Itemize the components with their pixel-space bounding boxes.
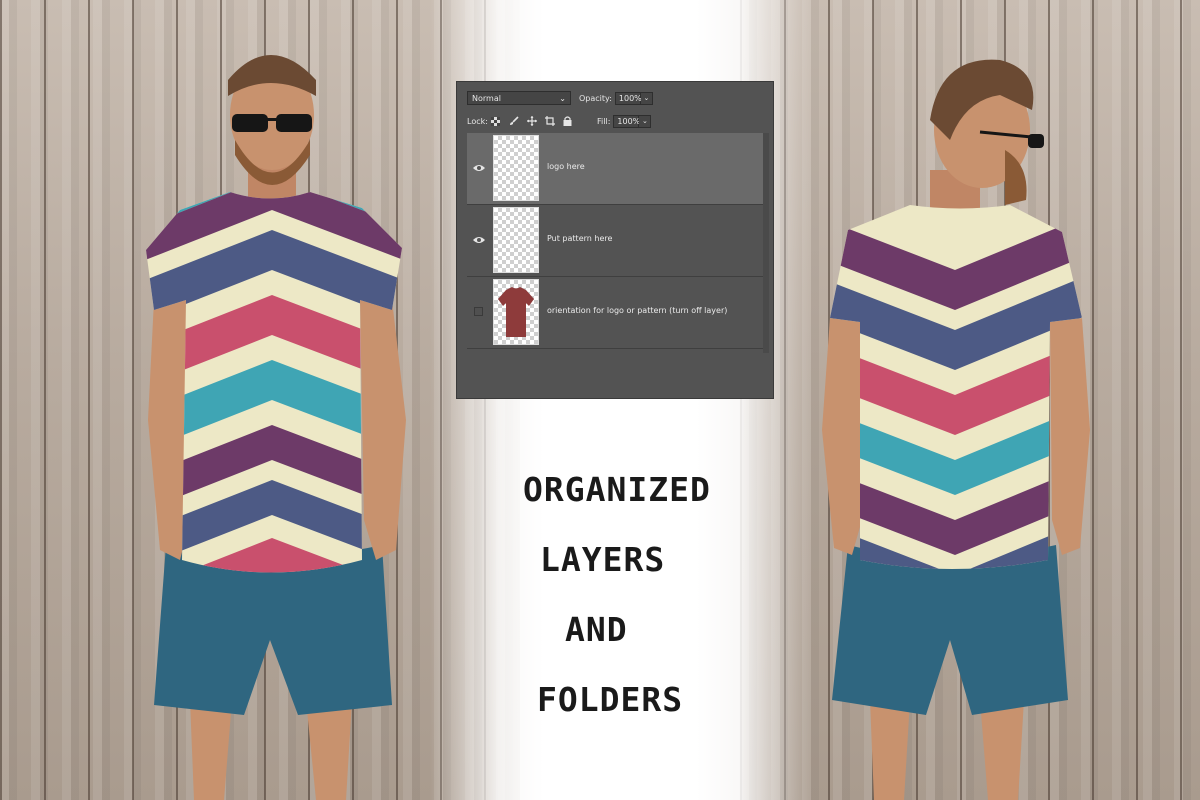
layer-row-pattern[interactable]: Put pattern here bbox=[467, 205, 763, 277]
layer-thumbnail bbox=[493, 279, 539, 345]
sunglasses-icon bbox=[232, 114, 268, 132]
eye-icon[interactable] bbox=[473, 235, 485, 245]
headline-line-1: ORGANIZED bbox=[523, 470, 711, 509]
headline-line-4: FOLDERS bbox=[537, 680, 684, 719]
left-leg bbox=[190, 700, 232, 800]
crop-lock-icon[interactable] bbox=[544, 116, 555, 126]
layer-name[interactable]: Put pattern here bbox=[547, 234, 612, 243]
padlock-icon[interactable] bbox=[563, 116, 573, 126]
fill-field[interactable]: 100% bbox=[613, 114, 640, 128]
blend-mode-select[interactable]: Normal ⌄ bbox=[467, 91, 571, 105]
layer-list: logo here Put pattern here orientation f… bbox=[467, 133, 763, 349]
fill-group: Fill: 100% ⌄ bbox=[597, 114, 652, 128]
layer-row-orientation[interactable]: orientation for logo or pattern (turn of… bbox=[467, 277, 763, 349]
right-leg bbox=[980, 700, 1024, 800]
checkerboard-lock-icon[interactable] bbox=[491, 116, 501, 126]
layer-name[interactable]: orientation for logo or pattern (turn of… bbox=[547, 306, 727, 315]
fill-dropdown-button[interactable]: ⌄ bbox=[639, 114, 652, 128]
brush-lock-icon[interactable] bbox=[509, 116, 519, 126]
shorts bbox=[832, 545, 1068, 715]
fill-label: Fill: bbox=[597, 116, 611, 126]
opacity-field[interactable]: 100% bbox=[614, 91, 642, 105]
layer-row-logo[interactable]: logo here bbox=[467, 133, 763, 205]
headline-line-3: AND bbox=[565, 610, 628, 649]
blend-mode-value: Normal bbox=[472, 93, 501, 103]
move-lock-icon[interactable] bbox=[526, 116, 537, 126]
opacity-label: Opacity: bbox=[579, 93, 612, 103]
mockup-canvas: Normal ⌄ Opacity: 100% ⌄ Lock: Fill: 100… bbox=[0, 0, 1200, 800]
model-back bbox=[822, 59, 1090, 800]
right-arm bbox=[360, 300, 406, 560]
left-arm bbox=[822, 318, 862, 555]
model-front bbox=[146, 55, 406, 800]
chevron-down-icon: ⌄ bbox=[559, 93, 566, 103]
lock-row: Lock: Fill: 100% ⌄ bbox=[467, 113, 765, 129]
tshirt-silhouette-icon bbox=[498, 287, 534, 337]
blend-row: Normal ⌄ Opacity: 100% ⌄ bbox=[467, 90, 765, 106]
right-leg bbox=[306, 700, 352, 800]
left-leg bbox=[870, 700, 910, 800]
layer-name[interactable]: logo here bbox=[547, 162, 585, 171]
opacity-dropdown-button[interactable]: ⌄ bbox=[640, 91, 653, 105]
layers-scrollbar[interactable] bbox=[763, 133, 769, 353]
layers-panel: Normal ⌄ Opacity: 100% ⌄ Lock: Fill: 100… bbox=[456, 81, 774, 399]
layer-thumbnail bbox=[493, 207, 539, 273]
headline-line-2: LAYERS bbox=[540, 540, 666, 579]
lock-label: Lock: bbox=[467, 116, 488, 126]
visibility-toggle-off[interactable] bbox=[474, 307, 483, 316]
layer-thumbnail bbox=[493, 135, 539, 201]
right-arm bbox=[1050, 318, 1090, 555]
eye-icon[interactable] bbox=[473, 163, 485, 173]
